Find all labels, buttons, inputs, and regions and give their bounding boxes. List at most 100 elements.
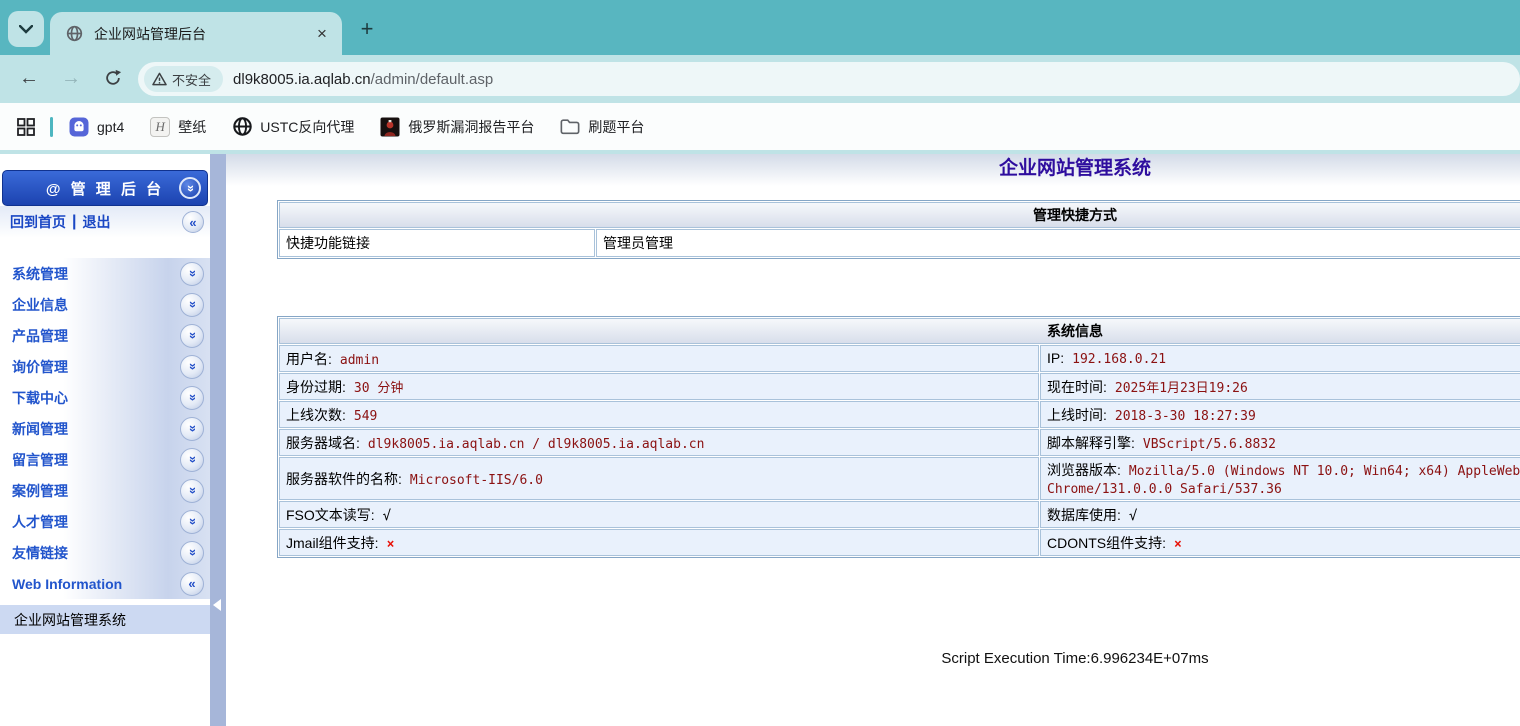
table-row: 服务器软件的名称:Microsoft-IIS/6.0 浏览器版本:Mozilla… (279, 457, 1520, 500)
system-info-table: 系统信息 用户名:admin IP:192.168.0.21 身份过期:30 分… (277, 316, 1520, 558)
table-row: 身份过期:30 分钟 现在时间:2025年1月23日19:26 (279, 373, 1520, 400)
sidebar-item-downloads[interactable]: 下载中心 « (0, 382, 210, 413)
tab-close-icon[interactable]: × (312, 24, 332, 44)
avatar-icon (380, 117, 400, 137)
sidebar-item-selected[interactable]: 企业网站管理系统 (0, 605, 210, 634)
collapse-sidebar-arrow-icon[interactable] (213, 599, 221, 611)
cell-jmail: Jmail组件支持:× (279, 529, 1039, 556)
chevron-down-icon[interactable]: « (180, 293, 204, 317)
shortcut-table-header: 管理快捷方式 (279, 202, 1520, 228)
new-tab-button[interactable]: + (352, 15, 382, 45)
cell-current-time: 现在时间:2025年1月23日19:26 (1040, 373, 1520, 400)
sidebar-header[interactable]: @ 管 理 后 台 « (2, 170, 208, 206)
forward-button[interactable]: → (54, 62, 88, 96)
collapse-all-icon[interactable]: « (179, 177, 201, 199)
bookmarks-bar: gpt4 H 壁纸 USTC反向代理 俄罗斯漏洞报告平台 (0, 103, 1520, 150)
globe-icon (232, 117, 252, 137)
wallpaper-icon-letter: H (156, 119, 165, 135)
chevron-down-icon[interactable]: « (180, 479, 204, 503)
chevron-down-icon[interactable]: « (180, 510, 204, 534)
table-row: Jmail组件支持:× CDONTS组件支持:× (279, 529, 1520, 556)
admin-sidebar: @ 管 理 后 台 « 回到首页 | 退出 « 系统管理 « 企业信息 « 产品… (0, 154, 210, 726)
logout-link[interactable]: 退出 (82, 212, 110, 232)
url-path: /admin/default.asp (371, 71, 494, 88)
cell-online-time: 上线时间:2018-3-30 18:27:39 (1040, 401, 1520, 428)
cell-login-count: 上线次数:549 (279, 401, 1039, 428)
sidebar-item-cases[interactable]: 案例管理 « (0, 475, 210, 506)
shortcut-link-admin[interactable]: 管理员管理 (596, 229, 1520, 257)
cell-session-expiry: 身份过期:30 分钟 (279, 373, 1039, 400)
browser-tab[interactable]: 企业网站管理后台 × (50, 12, 342, 55)
chevron-down-icon[interactable]: « (180, 262, 204, 286)
page-title-band: 企业网站管理系统 (226, 154, 1520, 186)
browser-toolbar: ← → 不安全 dl9k8005.ia.aqlab.cn/admin/defau… (0, 55, 1520, 103)
sidebar-item-company-info[interactable]: 企业信息 « (0, 289, 210, 320)
home-link[interactable]: 回到首页 (10, 212, 66, 232)
system-info-header: 系统信息 (279, 318, 1520, 344)
back-button[interactable]: ← (12, 62, 46, 96)
bookmark-quiz-platform[interactable]: 刷题平台 (560, 117, 644, 137)
sidebar-item-products[interactable]: 产品管理 « (0, 320, 210, 351)
bookmark-label: 壁纸 (178, 117, 206, 137)
table-row: 服务器域名:dl9k8005.ia.aqlab.cn / dl9k8005.ia… (279, 429, 1520, 456)
cell-script-engine: 脚本解释引擎:VBScript/5.6.8832 (1040, 429, 1520, 456)
reload-button[interactable] (96, 62, 130, 96)
apps-grid-button[interactable] (16, 117, 36, 137)
cell-server-domain: 服务器域名:dl9k8005.ia.aqlab.cn / dl9k8005.ia… (279, 429, 1039, 456)
bookmark-label: 俄罗斯漏洞报告平台 (408, 117, 534, 137)
page-title: 企业网站管理系统 (999, 158, 1151, 179)
sidebar-item-web-information[interactable]: Web Information « (0, 568, 210, 599)
security-chip[interactable]: 不安全 (144, 66, 223, 92)
tab-favicon-globe-icon (64, 24, 84, 44)
chevron-left-icon[interactable]: « (180, 572, 204, 596)
chevron-down-icon (19, 25, 33, 34)
bookmark-gpt4[interactable]: gpt4 (69, 117, 124, 137)
bookmark-wallpaper[interactable]: H 壁纸 (150, 117, 206, 137)
quick-links-separator: | (72, 213, 76, 231)
tab-bar: 企业网站管理后台 × + (0, 0, 1520, 55)
reload-icon (104, 69, 122, 87)
warning-triangle-icon (152, 72, 167, 86)
sidebar-menu: 系统管理 « 企业信息 « 产品管理 « 询价管理 « 下载中心 « 新闻管理 … (0, 258, 210, 634)
bookmarks-divider (50, 117, 53, 137)
shortcut-link-functions[interactable]: 快捷功能链接 (279, 229, 595, 257)
main-panel: 企业网站管理系统 管理快捷方式 快捷功能链接 管理员管理 系统信息 用户名:ad… (226, 154, 1520, 726)
apps-grid-icon (16, 117, 36, 137)
security-label: 不安全 (172, 70, 211, 89)
sidebar-quick-links: 回到首页 | 退出 « (0, 206, 210, 238)
chevron-down-icon[interactable]: « (180, 448, 204, 472)
folder-icon (560, 117, 580, 137)
sidebar-item-news[interactable]: 新闻管理 « (0, 413, 210, 444)
table-row: FSO文本读写:√ 数据库使用:√ (279, 501, 1520, 528)
url-host: dl9k8005.ia.aqlab.cn (233, 71, 371, 88)
sidebar-item-talent[interactable]: 人才管理 « (0, 506, 210, 537)
bookmark-vuln-report[interactable]: 俄罗斯漏洞报告平台 (380, 117, 534, 137)
sidebar-header-title: @ 管 理 后 台 (46, 178, 164, 199)
cell-database: 数据库使用:√ (1040, 501, 1520, 528)
chevron-down-icon[interactable]: « (180, 386, 204, 410)
bookmark-label: 刷题平台 (588, 117, 644, 137)
tab-search-button[interactable] (8, 11, 44, 47)
cell-browser-version: 浏览器版本:Mozilla/5.0 (Windows NT 10.0; Win6… (1040, 457, 1520, 500)
cell-ip: IP:192.168.0.21 (1040, 345, 1520, 372)
chevron-down-icon[interactable]: « (180, 355, 204, 379)
chevron-down-icon[interactable]: « (180, 541, 204, 565)
bookmark-label: gpt4 (97, 119, 124, 135)
cell-fso: FSO文本读写:√ (279, 501, 1039, 528)
sidebar-item-friend-links[interactable]: 友情链接 « (0, 537, 210, 568)
chevron-down-icon[interactable]: « (180, 417, 204, 441)
address-bar[interactable]: 不安全 dl9k8005.ia.aqlab.cn/admin/default.a… (138, 62, 1520, 96)
page-content: @ 管 理 后 台 « 回到首页 | 退出 « 系统管理 « 企业信息 « 产品… (0, 154, 1520, 726)
sidebar-item-messages[interactable]: 留言管理 « (0, 444, 210, 475)
sidebar-item-inquiry[interactable]: 询价管理 « (0, 351, 210, 382)
bookmark-label: USTC反向代理 (260, 117, 354, 137)
cell-username: 用户名:admin (279, 345, 1039, 372)
wallpaper-icon: H (150, 117, 170, 137)
chevron-down-icon[interactable]: « (180, 324, 204, 348)
sidebar-item-system[interactable]: 系统管理 « (0, 258, 210, 289)
cell-cdonts: CDONTS组件支持:× (1040, 529, 1520, 556)
chevron-left-icon[interactable]: « (182, 211, 204, 233)
url-text: dl9k8005.ia.aqlab.cn/admin/default.asp (233, 71, 493, 88)
sidebar-splitter[interactable] (210, 154, 226, 726)
bookmark-ustc-proxy[interactable]: USTC反向代理 (232, 117, 354, 137)
